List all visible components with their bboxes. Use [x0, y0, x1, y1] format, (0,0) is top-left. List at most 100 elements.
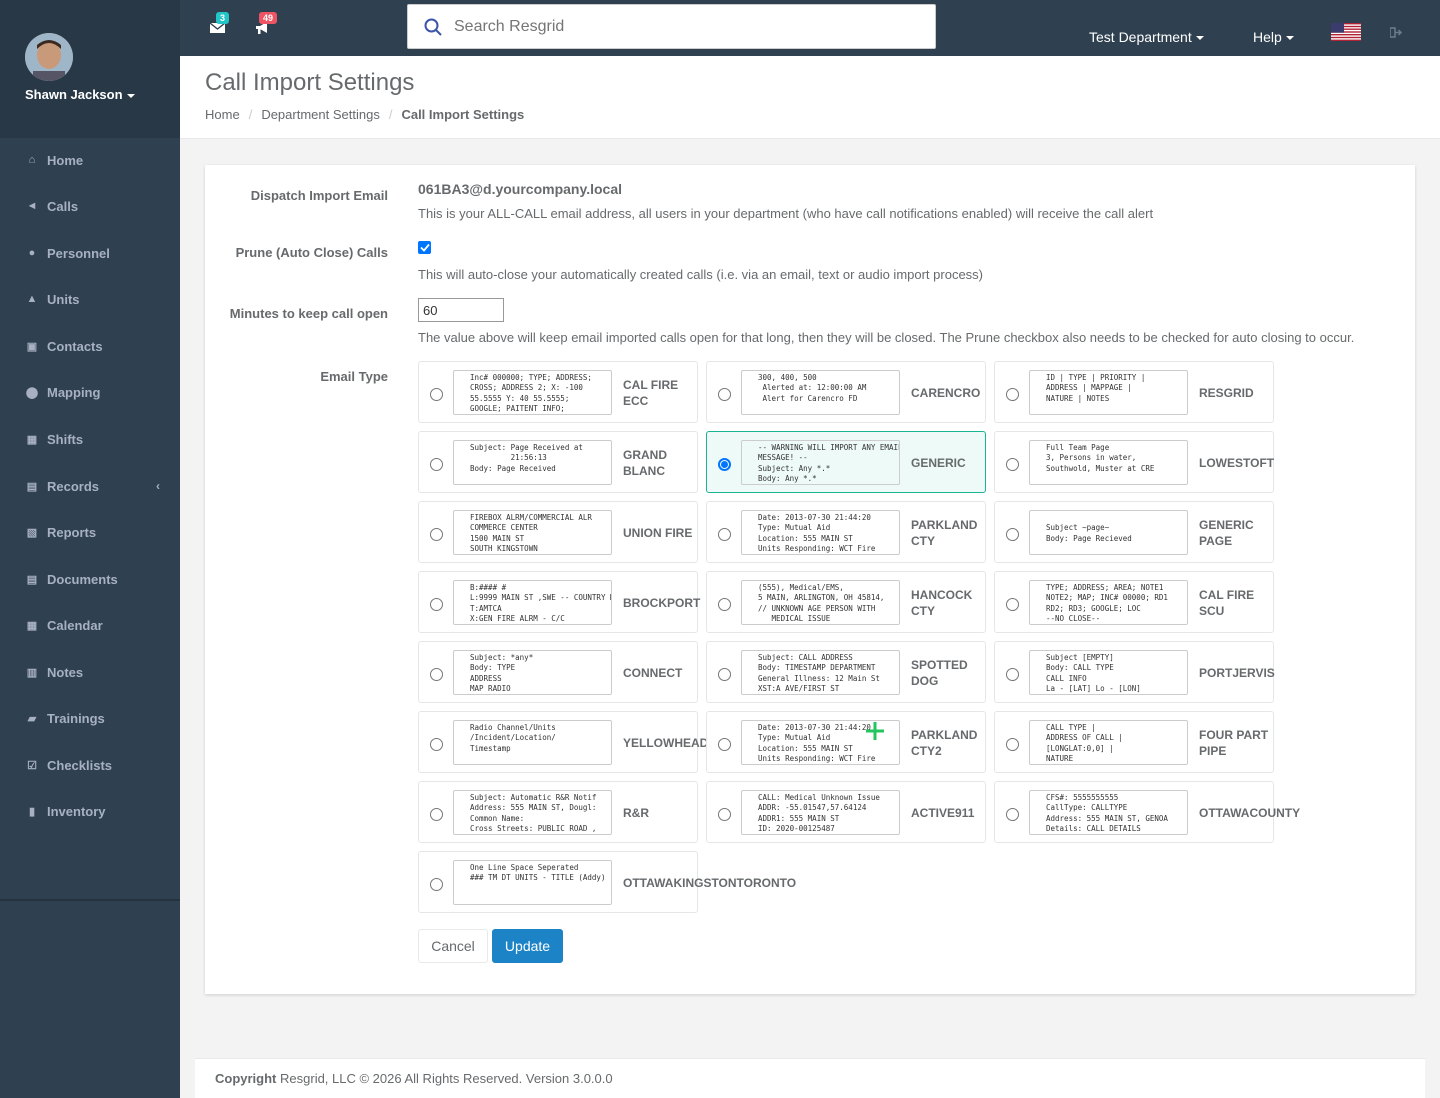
sidebar-item-documents[interactable]: ▤ Documents [0, 564, 180, 594]
email-type-option-generic[interactable]: -- WARNING WILL IMPORT ANY EMAIL MESSAGE… [706, 431, 986, 493]
breadcrumb-current: Call Import Settings [401, 107, 525, 122]
email-type-option-cal-fire-ecc[interactable]: Inc# 000000; TYPE; ADDRESS; CROSS; ADDRE… [418, 361, 698, 423]
sidebar-item-home[interactable]: ⌂ Home [0, 145, 180, 175]
sidebar-item-notes[interactable]: ▥ Notes [0, 657, 180, 687]
email-type-option-cal-fire-scu[interactable]: TYPE; ADDRESS; AREA; NOTE1 NOTE2; MAP; I… [994, 571, 1274, 633]
sidebar-item-units[interactable]: ▲ Units [0, 284, 180, 314]
email-type-radio[interactable] [1006, 598, 1019, 611]
search-input[interactable] [454, 17, 894, 36]
sidebar-item-contacts[interactable]: ▣ Contacts [0, 331, 180, 361]
email-type-option-resgrid[interactable]: ID | TYPE | PRIORITY | ADDRESS | MAPPAGE… [994, 361, 1274, 423]
user-name: Shawn Jackson [25, 87, 123, 102]
avatar[interactable] [25, 33, 73, 81]
email-type-option-parkland-cty[interactable]: Date: 2013-07-30 21:44:20 Type: Mutual A… [706, 501, 986, 563]
email-type-radio[interactable] [718, 738, 731, 751]
email-type-radio[interactable] [430, 598, 443, 611]
sidebar-item-mapping[interactable]: ⬤ Mapping [0, 377, 180, 407]
breadcrumb-department-settings-link[interactable]: Department Settings [261, 107, 380, 122]
sidebar-item-reports[interactable]: ▧ Reports [0, 517, 180, 547]
email-type-option-parkland-cty2[interactable]: Date: 2013-07-30 21:44:20 Type: Mutual A… [706, 711, 986, 773]
update-button[interactable]: Update [492, 929, 563, 963]
us-flag-icon[interactable] [1331, 23, 1361, 41]
notifications-button[interactable]: 49 [255, 12, 278, 38]
email-type-radio[interactable] [430, 808, 443, 821]
sidebar-item-trainings[interactable]: ▰ Trainings [0, 703, 180, 733]
breadcrumb: Home / Department Settings / Call Import… [205, 107, 524, 122]
email-type-sample: Subject: *any* Body: TYPE ADDRESS MAP RA… [453, 650, 612, 695]
email-type-radio[interactable] [430, 878, 443, 891]
logout-button[interactable] [1389, 26, 1403, 41]
sidebar-item-personnel[interactable]: ● Personnel [0, 238, 180, 268]
sidebar-item-records[interactable]: ▤ Records ‹ [0, 471, 180, 501]
calendar-icon: ▦ [26, 619, 38, 632]
email-type-radio[interactable] [718, 808, 731, 821]
file-icon: ▤ [26, 480, 38, 493]
email-type-option-carencro[interactable]: 300, 400, 500 Alerted at: 12:00:00 AM Al… [706, 361, 986, 423]
breadcrumb-home-link[interactable]: Home [205, 107, 240, 122]
email-type-option-lowestoft[interactable]: Full Team Page 3, Persons in water, Sout… [994, 431, 1274, 493]
minutes-open-input[interactable] [418, 298, 504, 322]
email-type-radio[interactable] [430, 528, 443, 541]
email-type-option-ottawacounty[interactable]: CFS#: 5555555555 CallType: CALLTYPE Addr… [994, 781, 1300, 843]
dispatch-email-help: This is your ALL-CALL email address, all… [418, 206, 1154, 221]
sidebar-item-label: Records [47, 478, 100, 494]
email-type-option-union-fire[interactable]: FIREBOX ALRM/COMMERCIAL ALR COMMERCE CEN… [418, 501, 698, 563]
book-icon: ▰ [27, 712, 37, 725]
email-type-option-connect[interactable]: Subject: *any* Body: TYPE ADDRESS MAP RA… [418, 641, 698, 703]
email-type-radio[interactable] [718, 528, 731, 541]
email-type-radio[interactable] [430, 738, 443, 751]
email-type-option-portjervis[interactable]: Subject [EMPTY] Body: CALL TYPE CALL INF… [994, 641, 1275, 703]
search-box [407, 4, 936, 49]
messages-button[interactable]: 3 [209, 12, 230, 37]
sidebar-item-shifts[interactable]: ▦ Shifts [0, 424, 180, 454]
email-type-radio[interactable] [1006, 668, 1019, 681]
email-type-option-r-r[interactable]: Subject: Automatic R&R Notif Address: 55… [418, 781, 698, 843]
profile-panel: Shawn Jackson [0, 0, 180, 138]
department-dropdown[interactable]: Test Department [1089, 29, 1204, 45]
dispatch-email-value: 061BA3@d.yourcompany.local [418, 181, 623, 197]
email-type-sample: Inc# 000000; TYPE; ADDRESS; CROSS; ADDRE… [453, 370, 612, 415]
search-icon [424, 18, 442, 36]
email-type-radio[interactable] [1006, 458, 1019, 471]
sidebar-item-label: Home [47, 152, 84, 168]
email-type-option-active911[interactable]: CALL: Medical Unknown Issue ADDR: -55.01… [706, 781, 986, 843]
email-type-option-ottawakingstontoronto[interactable]: One Line Space Seperated ### TM DT UNITS… [418, 851, 796, 913]
email-type-name: GENERIC PAGE [1199, 518, 1254, 548]
email-type-radio[interactable] [430, 388, 443, 401]
email-type-radio[interactable] [718, 388, 731, 401]
email-type-radio[interactable] [1006, 528, 1019, 541]
email-type-sample: Date: 2013-07-30 21:44:20 Type: Mutual A… [741, 510, 900, 555]
sidebar-item-calls[interactable]: ◄ Calls [0, 191, 180, 221]
email-type-radio[interactable] [1006, 388, 1019, 401]
page-heading: Call Import Settings Home / Department S… [180, 56, 1440, 139]
email-type-sample: Subject [EMPTY] Body: CALL TYPE CALL INF… [1029, 650, 1188, 695]
email-type-sample: Subject: Automatic R&R Notif Address: 55… [453, 790, 612, 835]
profile-name-dropdown[interactable]: Shawn Jackson [25, 87, 135, 102]
email-type-radio[interactable] [430, 458, 443, 471]
truck-icon: ▲ [26, 293, 38, 305]
email-type-radio[interactable] [718, 668, 731, 681]
email-type-radio[interactable] [718, 598, 731, 611]
sidebar-item-calendar[interactable]: ▦ Calendar [0, 610, 180, 640]
email-type-option-generic-page[interactable]: Subject ~page~ Body: Page Recieved GENERI… [994, 501, 1274, 563]
sidebar-item-checklists[interactable]: ☑ Checklists [0, 750, 180, 780]
email-type-option-four-part-pipe[interactable]: CALL TYPE | ADDRESS OF CALL | [LONGLAT:0… [994, 711, 1274, 773]
email-type-option-yellowhead[interactable]: Radio Channel/Units /Incident/Location/ … [418, 711, 708, 773]
email-type-radio[interactable] [1006, 808, 1019, 821]
email-type-radio[interactable] [1006, 738, 1019, 751]
sidebar-item-inventory[interactable]: ▮ Inventory [0, 796, 180, 826]
email-type-radio[interactable] [718, 458, 731, 471]
prune-calls-checkbox[interactable] [418, 241, 431, 254]
email-type-option-grand-blanc[interactable]: Subject: Page Received at 21:56:13 Body:… [418, 431, 698, 493]
email-type-label: Email Type [320, 369, 388, 384]
email-type-option-spotted-dog[interactable]: Subject: CALL ADDRESS Body: TIMESTAMP DE… [706, 641, 986, 703]
email-type-sample: CALL: Medical Unknown Issue ADDR: -55.01… [741, 790, 900, 835]
email-type-sample: B:#### # L:9999 MAIN ST ,SWE -- COUNTRY … [453, 580, 612, 625]
email-type-option-brockport[interactable]: B:#### # L:9999 MAIN ST ,SWE -- COUNTRY … [418, 571, 700, 633]
email-type-radio[interactable] [430, 668, 443, 681]
help-dropdown[interactable]: Help [1253, 29, 1294, 45]
email-type-option-hancock-cty[interactable]: (555), Medical/EMS, 5 MAIN, ARLINGTON, O… [706, 571, 986, 633]
email-type-name: OTTAWAKINGSTONTORONTO [623, 876, 797, 890]
cancel-button[interactable]: Cancel [418, 929, 488, 963]
footer-text: Resgrid, LLC © 2026 All Rights Reserved.… [280, 1071, 613, 1086]
